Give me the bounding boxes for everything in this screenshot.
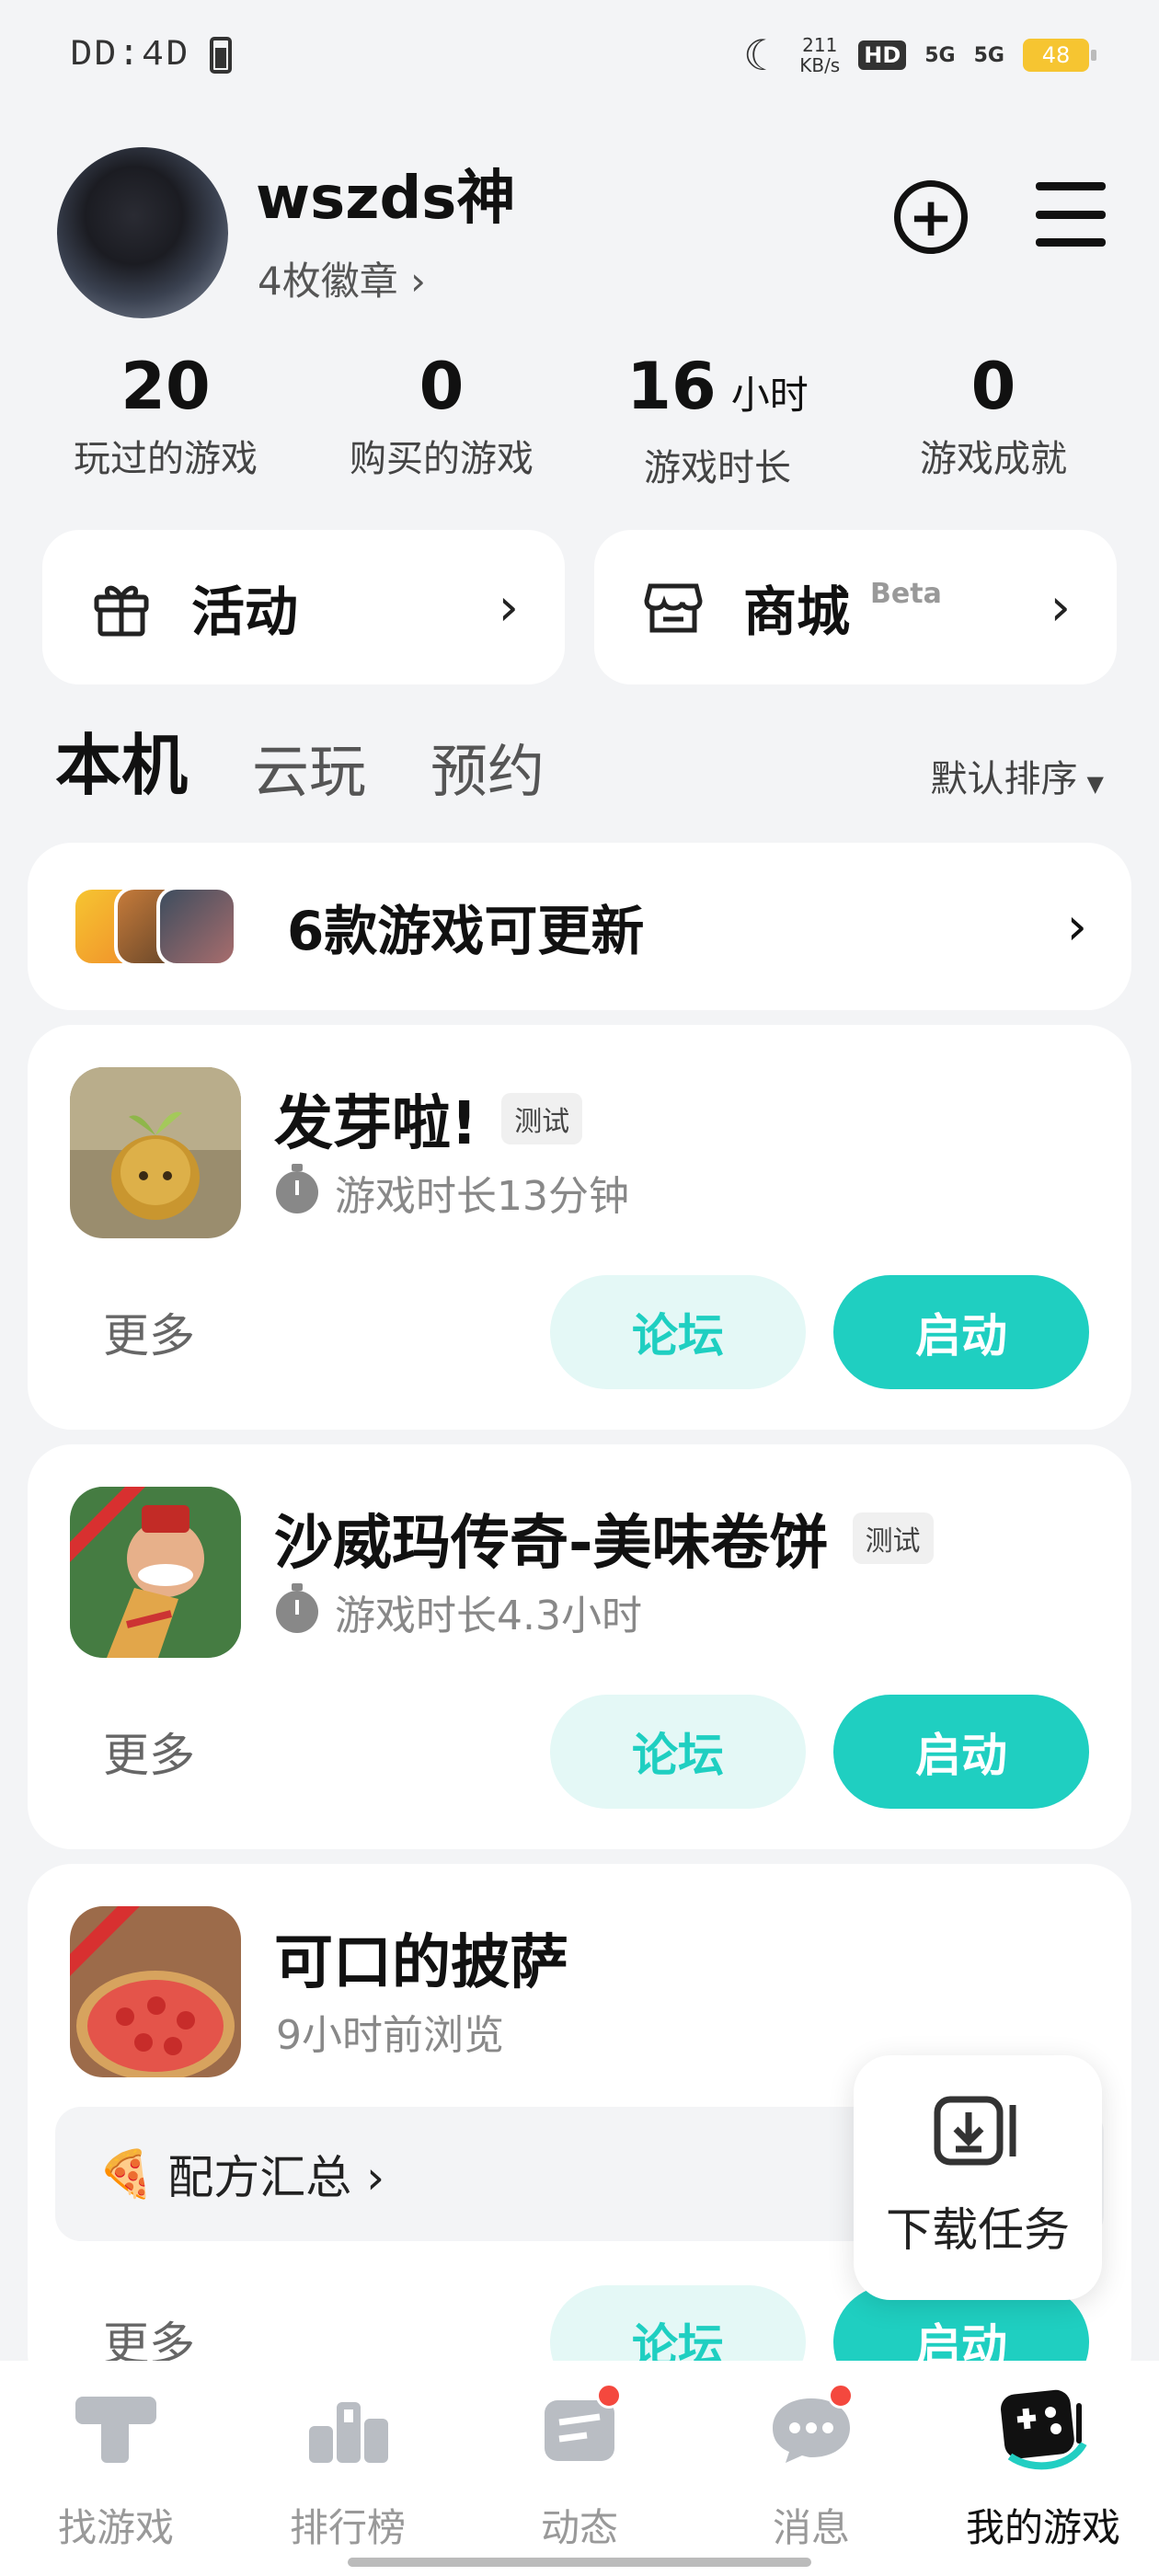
- status-icons: ☾ 211 KB/s HD 5G 5G 48: [742, 30, 1096, 80]
- gift-icon: [88, 574, 155, 640]
- game-title[interactable]: 沙威玛传奇-美味卷饼 测试: [274, 1496, 934, 1581]
- game-tabs: 本机 云玩 预约 默认排序 ▼: [51, 725, 1104, 819]
- play-time: 游戏时长4.3小时: [276, 1582, 642, 1641]
- feed-icon: [534, 2383, 625, 2471]
- gamepad-icon: [997, 2388, 1089, 2471]
- tab-reserve[interactable]: 预约: [430, 725, 545, 819]
- nav-find-games[interactable]: 找游戏: [0, 2388, 232, 2576]
- home-indicator[interactable]: [348, 2558, 811, 2567]
- download-tasks-label: 下载任务: [886, 2203, 1070, 2257]
- avatar[interactable]: [57, 147, 228, 318]
- timer-icon: [276, 1583, 318, 1633]
- notification-dot: [596, 2383, 622, 2409]
- tab-local[interactable]: 本机: [51, 711, 192, 819]
- game-icon[interactable]: [70, 1067, 241, 1238]
- nav-rankings[interactable]: 排行榜: [232, 2388, 464, 2576]
- last-viewed: 9小时前浏览: [276, 2012, 504, 2059]
- menu-icon[interactable]: [1036, 182, 1106, 247]
- add-icon[interactable]: +: [894, 180, 968, 254]
- more-button[interactable]: 更多: [103, 1299, 195, 1365]
- podium-icon: [302, 2388, 394, 2471]
- profile-header: wszds神 4枚徽章 › +: [57, 147, 1106, 322]
- store-icon: [640, 574, 706, 640]
- activity-card[interactable]: 活动 ›: [42, 530, 565, 684]
- nav-feed[interactable]: 动态: [464, 2383, 695, 2576]
- download-icon: [934, 2096, 1022, 2166]
- game-card: 沙威玛传奇-美味卷饼 测试 游戏时长4.3小时 更多 论坛 启动: [28, 1444, 1131, 1849]
- sort-dropdown[interactable]: 默认排序 ▼: [931, 749, 1104, 802]
- update-notice-text: 6款游戏可更新: [287, 900, 645, 962]
- start-button[interactable]: 启动: [833, 1695, 1089, 1809]
- stat-games-played[interactable]: 20 玩过的游戏: [28, 350, 304, 488]
- game-card: 发芽啦! 测试 游戏时长13分钟 更多 论坛 启动: [28, 1025, 1131, 1430]
- timer-icon: [276, 1164, 318, 1213]
- stat-achievements[interactable]: 0 游戏成就: [855, 350, 1131, 488]
- update-notice-card[interactable]: 6款游戏可更新 ›: [28, 843, 1131, 1010]
- start-button[interactable]: 启动: [833, 1275, 1089, 1389]
- hd-icon: HD: [858, 40, 907, 70]
- chevron-right-icon: ›: [498, 577, 519, 638]
- shop-card[interactable]: 商城 Beta ›: [594, 530, 1117, 684]
- game-title[interactable]: 可口的披萨: [274, 1915, 568, 2000]
- signal-icon-2: 5G: [973, 43, 1004, 67]
- username[interactable]: wszds神: [256, 151, 515, 236]
- nav-messages[interactable]: 消息: [695, 2383, 927, 2576]
- update-thumbnails: [72, 885, 265, 968]
- moon-icon: ☾: [742, 30, 782, 80]
- game-icon[interactable]: [70, 1487, 241, 1658]
- test-tag: 测试: [852, 1512, 934, 1564]
- forum-button[interactable]: 论坛: [550, 1275, 806, 1389]
- game-thumbnail: [156, 886, 237, 967]
- activity-label: 活动: [191, 581, 299, 643]
- beta-badge: Beta: [870, 577, 942, 610]
- chevron-right-icon: ›: [1066, 896, 1087, 957]
- test-tag: 测试: [501, 1093, 583, 1144]
- game-title[interactable]: 发芽啦! 测试: [274, 1076, 583, 1161]
- tab-cloud[interactable]: 云玩: [252, 725, 366, 819]
- battery-saver-icon: [210, 37, 233, 74]
- play-time: 游戏时长13分钟: [276, 1163, 629, 1222]
- status-bar: DD:4D ☾ 211 KB/s HD 5G 5G 48: [0, 0, 1159, 110]
- forum-button[interactable]: 论坛: [550, 1695, 806, 1809]
- status-time: DD:4D: [70, 34, 190, 76]
- signal-icon: 5G: [924, 43, 956, 67]
- more-button[interactable]: 更多: [103, 1719, 195, 1785]
- pizza-icon: 🍕: [98, 2146, 155, 2201]
- stat-play-time[interactable]: 16 小时 游戏时长: [580, 350, 855, 489]
- notification-dot: [828, 2383, 854, 2409]
- chevron-right-icon: ›: [1050, 577, 1071, 638]
- nav-my-games[interactable]: 我的游戏: [927, 2388, 1159, 2576]
- download-tasks-button[interactable]: 下载任务: [854, 2055, 1102, 2300]
- badges-link[interactable]: 4枚徽章 ›: [258, 250, 426, 306]
- chat-icon: [765, 2383, 857, 2471]
- hammer-icon: [70, 2388, 162, 2471]
- net-speed: 211 KB/s: [799, 34, 841, 76]
- game-icon[interactable]: [70, 1906, 241, 2077]
- battery-icon: 48: [1023, 39, 1096, 72]
- shop-label: 商城: [743, 581, 851, 643]
- bottom-nav: 找游戏 排行榜 动态 消息 我的游戏: [0, 2361, 1159, 2576]
- stats-row: 20 玩过的游戏 0 购买的游戏 16 小时 游戏时长 0 游戏成就: [28, 350, 1131, 489]
- stat-games-purchased[interactable]: 0 购买的游戏: [304, 350, 580, 488]
- caret-down-icon: ▼: [1086, 771, 1104, 797]
